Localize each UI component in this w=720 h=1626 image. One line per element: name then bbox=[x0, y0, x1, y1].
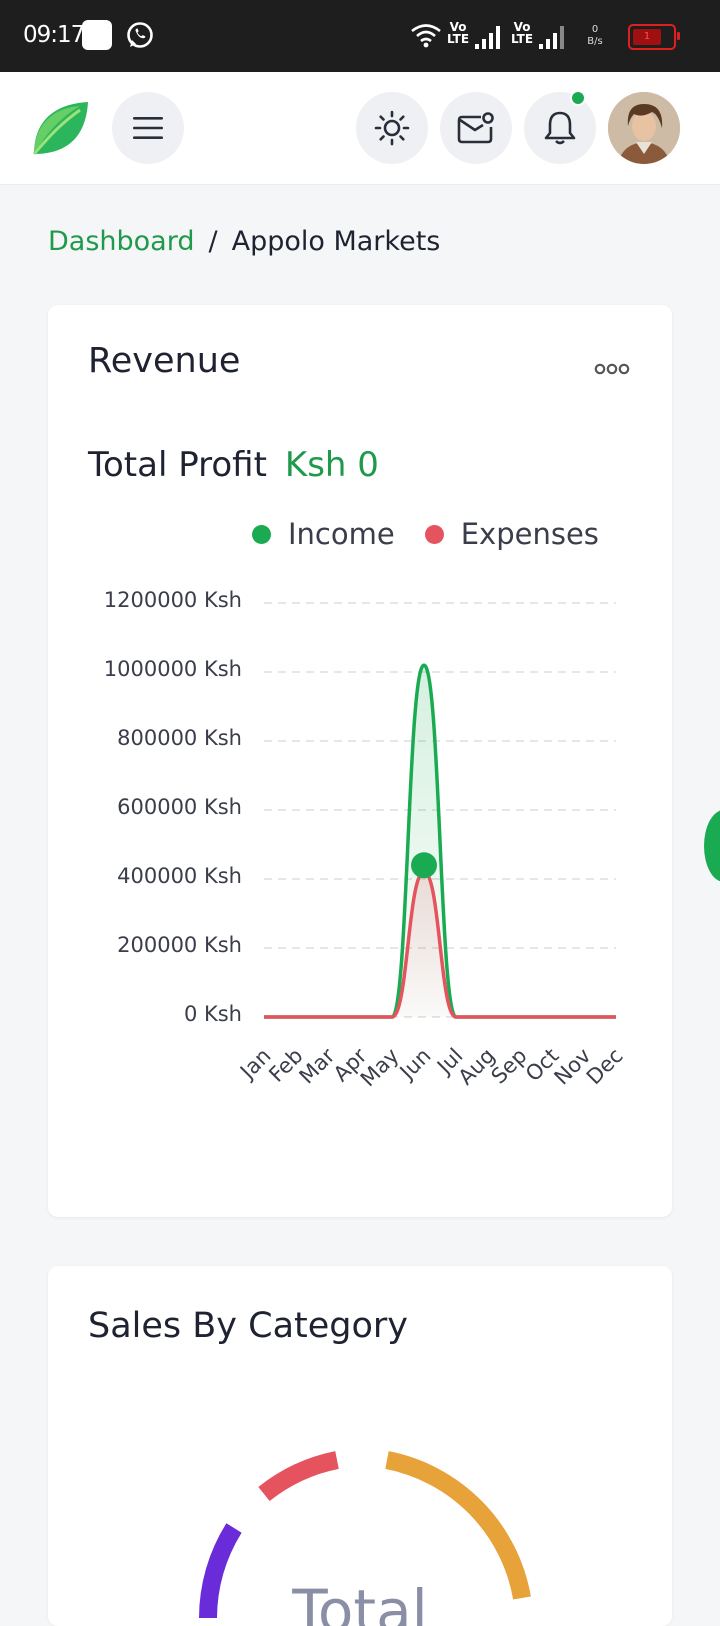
theme-toggle-button[interactable] bbox=[356, 92, 428, 164]
volte-label-1: Vo LTE bbox=[446, 20, 470, 46]
donut-segment-red bbox=[258, 1451, 339, 1502]
floating-action-edge[interactable] bbox=[704, 810, 720, 882]
app-notification-icon bbox=[82, 20, 112, 50]
sales-by-category-card: Sales By Category Total bbox=[48, 1266, 672, 1626]
breadcrumb-current: Appolo Markets bbox=[231, 226, 441, 257]
sales-donut-chart: Total bbox=[199, 1451, 531, 1626]
notification-dot bbox=[570, 90, 586, 106]
messages-button[interactable] bbox=[440, 92, 512, 164]
y-tick-label: 0 Ksh bbox=[184, 1002, 242, 1026]
volte-label-2: Vo LTE bbox=[510, 20, 534, 46]
wifi-icon bbox=[411, 24, 441, 48]
whatsapp-icon bbox=[127, 22, 153, 48]
more-options-icon[interactable] bbox=[594, 361, 630, 377]
revenue-card: Revenue Total Profit Ksh 0 Income Expense… bbox=[48, 305, 672, 1217]
status-time: 09:17 bbox=[23, 22, 85, 48]
legend-income-label: Income bbox=[288, 517, 395, 551]
signal-icon-2 bbox=[539, 26, 564, 49]
avatar[interactable] bbox=[608, 92, 680, 164]
breadcrumb: Dashboard / Appolo Markets bbox=[48, 226, 440, 257]
leaf-logo-icon[interactable] bbox=[30, 98, 90, 158]
notifications-button[interactable] bbox=[524, 92, 596, 164]
legend-income[interactable]: Income bbox=[252, 517, 395, 551]
y-tick-label: 400000 Ksh bbox=[117, 864, 242, 888]
total-profit-label: Total Profit bbox=[88, 445, 267, 485]
chart-hover-marker bbox=[411, 852, 437, 879]
user-photo bbox=[608, 92, 680, 164]
legend-expenses-dot bbox=[424, 524, 444, 544]
y-tick-label: 800000 Ksh bbox=[117, 726, 242, 750]
net-speed-unit: B/s bbox=[587, 36, 603, 47]
app-header bbox=[0, 72, 720, 185]
donut-segment-purple bbox=[199, 1523, 242, 1619]
status-indicators: Vo LTE Vo LTE 0 B/s 1 bbox=[410, 14, 700, 58]
breadcrumb-separator: / bbox=[208, 226, 218, 257]
battery-fill: 1 bbox=[633, 29, 661, 45]
bell-icon bbox=[544, 111, 576, 145]
status-bar: 09:17 Vo LTE Vo LTE 0 B/s 1 bbox=[0, 0, 720, 72]
x-tick-label: Dec bbox=[582, 1044, 628, 1090]
total-profit-value: Ksh 0 bbox=[284, 445, 379, 485]
revenue-chart: 0 Ksh 200000 Ksh 400000 Ksh 600000 Ksh 80000… bbox=[104, 588, 628, 1091]
signal-icon-1 bbox=[475, 26, 500, 49]
sun-icon bbox=[374, 110, 410, 146]
revenue-title: Revenue bbox=[88, 341, 241, 381]
donut-center-label: Total bbox=[291, 1577, 427, 1626]
chart-legend: Income Expenses bbox=[252, 517, 629, 551]
mail-icon bbox=[457, 112, 494, 144]
battery-icon: 1 bbox=[628, 24, 680, 50]
menu-icon bbox=[133, 117, 163, 139]
y-tick-label: 200000 Ksh bbox=[117, 933, 242, 957]
y-tick-label: 1000000 Ksh bbox=[104, 657, 242, 681]
y-tick-label: 1200000 Ksh bbox=[104, 588, 242, 612]
total-profit: Total Profit Ksh 0 bbox=[88, 445, 379, 485]
legend-expenses[interactable]: Expenses bbox=[424, 517, 599, 551]
menu-button[interactable] bbox=[112, 92, 184, 164]
net-speed-value: 0 bbox=[591, 24, 599, 35]
x-tick-label: Jun bbox=[394, 1044, 436, 1086]
legend-expenses-label: Expenses bbox=[460, 517, 599, 551]
y-tick-label: 600000 Ksh bbox=[117, 795, 242, 819]
breadcrumb-dashboard-link[interactable]: Dashboard bbox=[48, 226, 194, 257]
net-speed: 0 B/s bbox=[580, 24, 610, 48]
legend-income-dot bbox=[252, 524, 271, 544]
